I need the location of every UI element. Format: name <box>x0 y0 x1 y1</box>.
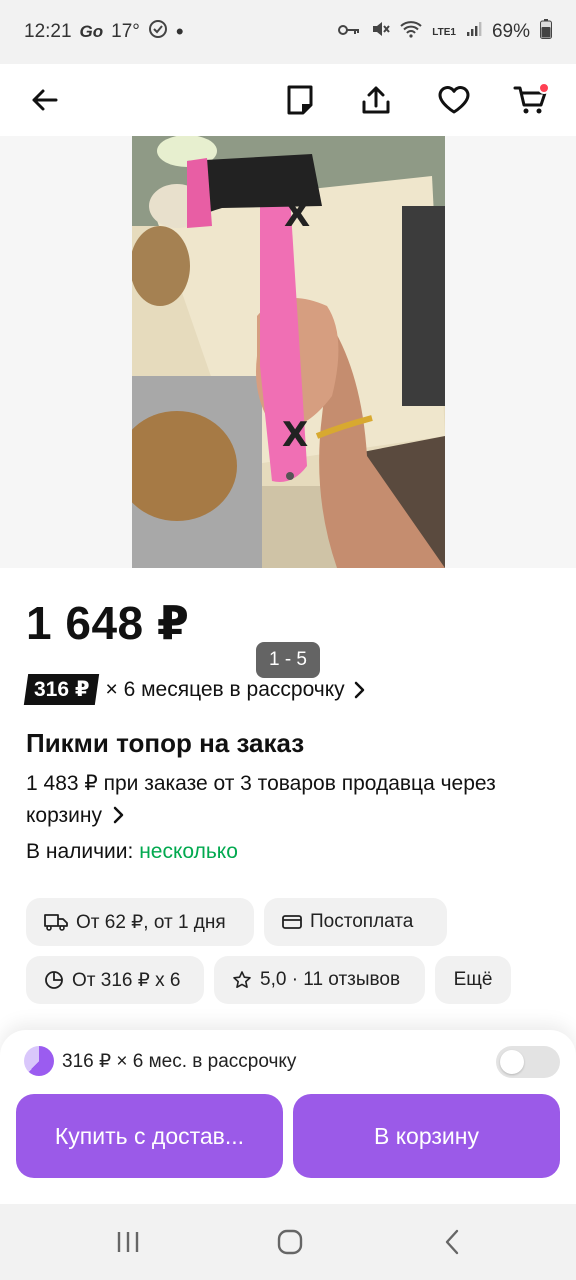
back-button[interactable] <box>16 72 72 128</box>
share-button[interactable] <box>348 72 404 128</box>
product-price: 1 648 ₽ <box>26 597 190 649</box>
card-icon <box>282 915 302 929</box>
signal-icon <box>466 21 482 43</box>
dot-icon: • <box>175 19 184 44</box>
top-bar <box>0 64 576 136</box>
back-arrow-icon <box>32 89 58 111</box>
status-bar: 12:21 Go 17° • LTE1 69% <box>0 0 576 64</box>
stock-label: В наличии: <box>26 840 134 863</box>
installment-toggle[interactable] <box>496 1046 560 1078</box>
home-icon <box>277 1229 303 1255</box>
star-icon <box>233 971 251 988</box>
note-button[interactable] <box>272 72 328 128</box>
battery-icon <box>540 19 552 45</box>
favorite-button[interactable] <box>426 72 482 128</box>
delivery-chip-label: От 62 ₽, от 1 дня <box>76 911 226 933</box>
truck-icon <box>44 914 68 931</box>
add-to-cart-button[interactable]: В корзину <box>293 1094 560 1178</box>
heart-icon <box>438 86 470 114</box>
watermark-text: Avito <box>396 680 431 696</box>
photo-counter: 1 - 5 <box>256 642 320 678</box>
mute-icon <box>370 19 391 45</box>
chevron-right-icon <box>113 806 124 824</box>
check-circle-icon <box>148 19 168 45</box>
cart-button-label: В корзину <box>374 1122 479 1149</box>
cart-badge <box>538 82 550 94</box>
rating-chip-label: 5,0 · 11 отзывов <box>260 969 401 990</box>
go-icon: Go <box>79 22 104 41</box>
system-nav-bar <box>0 1204 576 1280</box>
delivery-chip[interactable]: От 62 ₽, от 1 дня <box>26 898 254 946</box>
key-icon <box>338 21 360 43</box>
note-icon <box>287 85 313 115</box>
recent-apps-button[interactable] <box>108 1224 148 1260</box>
installment-badge: 316 ₽ <box>23 674 100 705</box>
postpay-chip-label: Постоплата <box>310 911 414 932</box>
svg-text:X: X <box>282 415 308 455</box>
share-icon <box>362 86 390 114</box>
installment-text: × 6 месяцев в рассрочку <box>105 677 345 701</box>
installment-amount: 316 ₽ <box>34 678 90 701</box>
stock-value: несколько <box>139 840 238 863</box>
product-photo[interactable]: X X <box>132 136 445 568</box>
more-chip[interactable]: Ещё <box>435 956 511 1004</box>
installment-line: 316 ₽ × 6 мес. в рассрочку <box>24 1046 296 1076</box>
buy-with-delivery-button[interactable]: Купить с достав... <box>16 1094 283 1178</box>
cart-button[interactable] <box>502 72 558 128</box>
installment-chip[interactable]: От 316 ₽ x 6 <box>26 956 204 1004</box>
network-label: LTE1 <box>432 26 456 38</box>
avito-watermark: ●Avito <box>388 680 431 696</box>
photo-gallery[interactable]: X X 1 - 5 ●Avito <box>0 136 576 696</box>
home-button[interactable] <box>268 1224 312 1260</box>
toggle-knob <box>500 1050 524 1074</box>
product-title: Пикми топор на заказ <box>26 728 305 758</box>
installment-line-text: 316 ₽ × 6 мес. в рассрочку <box>62 1050 297 1072</box>
battery-level: 69% <box>491 21 530 42</box>
purchase-panel: 316 ₽ × 6 мес. в рассрочку Купить с дост… <box>0 1030 576 1204</box>
postpay-chip[interactable]: Постоплата <box>264 898 447 946</box>
installment-chip-label: От 316 ₽ x 6 <box>72 969 181 991</box>
bulk-offer-text: 1 483 ₽ при заказе от 3 товаров продавца… <box>26 772 496 827</box>
chevron-left-icon <box>445 1229 459 1255</box>
recent-apps-icon <box>117 1232 139 1252</box>
svg-text:X: X <box>284 195 310 235</box>
axe-photo-image: X X <box>132 136 445 568</box>
chevron-right-icon <box>354 681 364 698</box>
wifi-icon <box>400 20 422 44</box>
buy-button-label: Купить с достав... <box>54 1122 245 1149</box>
system-back-button[interactable] <box>430 1224 474 1260</box>
stock-status: В наличии: несколько <box>26 840 238 864</box>
status-time: 12:21 <box>24 21 72 42</box>
more-chip-label: Ещё <box>453 969 493 990</box>
rating-chip[interactable]: 5,0 · 11 отзывов <box>214 956 425 1004</box>
bulk-offer-link[interactable]: 1 483 ₽ при заказе от 3 товаров продавца… <box>26 768 546 832</box>
installment-link[interactable]: 316 ₽ × 6 месяцев в рассрочку <box>23 674 367 705</box>
status-temperature: 17° <box>111 21 140 42</box>
pie-chart-icon <box>45 971 63 989</box>
installment-pie-icon <box>24 1046 54 1076</box>
